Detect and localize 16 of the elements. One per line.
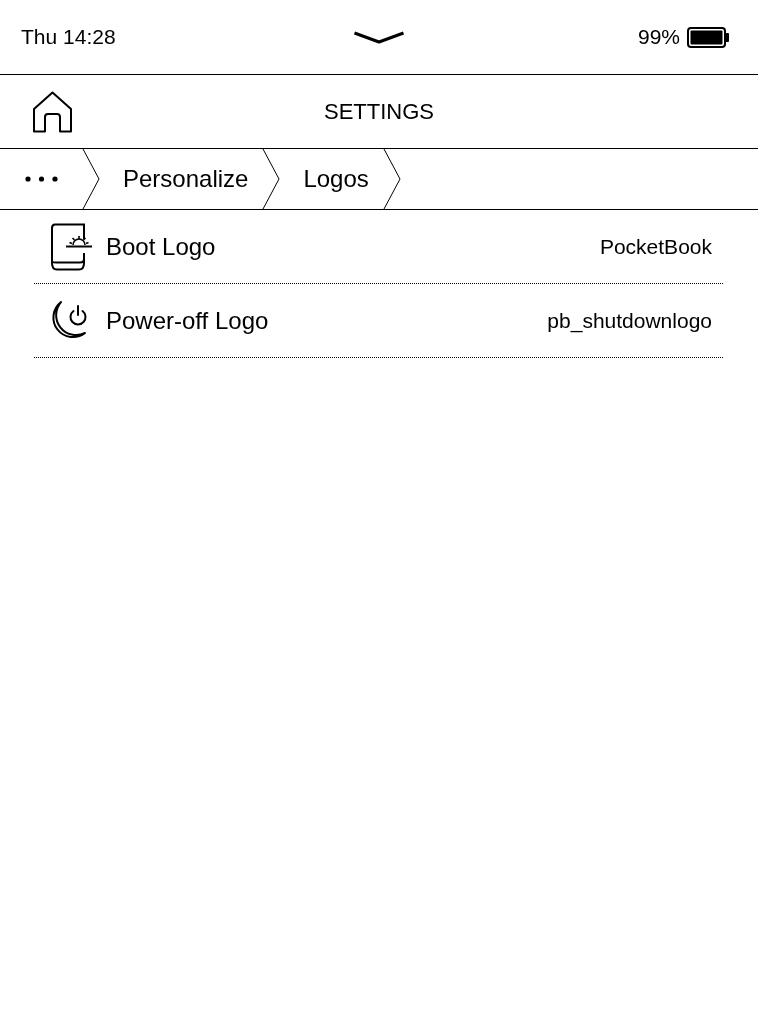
book-sunrise-icon bbox=[50, 222, 94, 271]
setting-value: PocketBook bbox=[599, 234, 712, 259]
setting-row[interactable]: Power-off Logo pb_shutdownlogo bbox=[34, 284, 723, 358]
home-icon[interactable] bbox=[32, 90, 73, 133]
battery-percent: 99% bbox=[637, 25, 680, 49]
more-icon[interactable] bbox=[25, 176, 58, 182]
battery-icon bbox=[687, 26, 730, 48]
setting-value: pb_shutdownlogo bbox=[547, 308, 712, 333]
breadcrumb-link[interactable]: Logos bbox=[303, 165, 369, 193]
clock-time: Thu 14:28 bbox=[21, 25, 116, 49]
breadcrumb-link[interactable]: Personalize bbox=[123, 165, 249, 193]
setting-label: Power-off Logo bbox=[106, 306, 269, 335]
setting-label: Boot Logo bbox=[106, 232, 216, 261]
page-title: SETTINGS bbox=[324, 98, 434, 125]
setting-row[interactable]: Boot Logo PocketBook bbox=[34, 210, 723, 284]
chevron-down-icon[interactable] bbox=[353, 30, 405, 44]
